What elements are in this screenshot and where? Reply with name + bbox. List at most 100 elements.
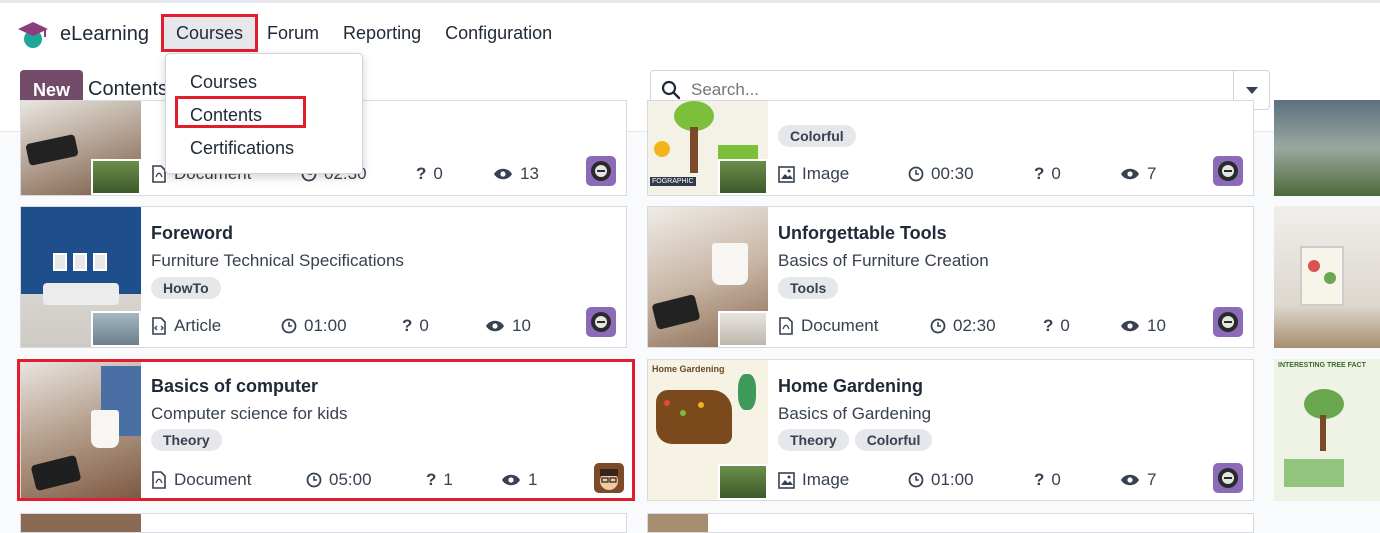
card-thumbnail: Home Gardening — [648, 360, 768, 500]
eye-icon — [1121, 168, 1139, 180]
clock-icon — [908, 166, 924, 182]
card-subtitle: Basics of Gardening — [778, 404, 932, 423]
card-subtitle: Computer science for kids — [151, 404, 348, 423]
author-avatar[interactable] — [594, 463, 624, 493]
card-questions: ? 0 — [1034, 470, 1061, 489]
tag-theory[interactable]: Theory — [778, 429, 849, 451]
card-questions: ? 0 — [402, 316, 429, 335]
content-card[interactable]: Basics of computer Computer science for … — [20, 359, 635, 501]
eye-icon — [1121, 320, 1139, 332]
author-avatar[interactable] — [1213, 307, 1243, 337]
card-thumbnail — [648, 207, 768, 347]
card-thumbnail — [21, 514, 141, 532]
card-thumbnail[interactable]: INTERESTING TREE FACT — [1274, 359, 1380, 501]
card-tags: Tools — [778, 277, 839, 299]
card-views: 13 — [493, 162, 539, 186]
card-questions: ? 1 — [426, 470, 453, 489]
card-views: 7 — [1120, 162, 1156, 186]
question-icon: ? — [416, 164, 427, 183]
card-duration: 00:30 — [908, 162, 974, 186]
card-tags: Theory — [151, 429, 222, 451]
content-card[interactable]: FOGRAPHIC Colorful Image 00:30 ? 0 7 — [647, 100, 1254, 196]
card-views: 10 — [485, 314, 531, 338]
clock-icon — [930, 318, 946, 334]
tag-colorful[interactable]: Colorful — [854, 429, 933, 451]
tag-colorful[interactable]: Colorful — [778, 125, 856, 147]
main-menu: Courses Forum Reporting Configuration — [160, 14, 564, 52]
author-avatar[interactable] — [586, 307, 616, 337]
menu-courses[interactable]: Courses — [160, 14, 259, 52]
question-icon: ? — [1034, 470, 1045, 489]
author-avatar[interactable] — [1213, 463, 1243, 493]
card-thumbnail — [21, 101, 141, 195]
author-avatar[interactable] — [586, 156, 616, 186]
card-subtitle: Furniture Technical Specifications — [151, 251, 404, 270]
card-views: 7 — [1120, 468, 1156, 492]
card-type: Document — [778, 314, 878, 338]
card-duration: 01:00 — [281, 314, 347, 338]
card-tags: Theory Colorful — [778, 429, 933, 451]
card-type: Image — [778, 468, 849, 492]
eye-icon — [1121, 474, 1139, 486]
content-card[interactable]: Foreword Furniture Technical Specificati… — [20, 206, 627, 348]
question-icon: ? — [1034, 164, 1045, 183]
tag-tools[interactable]: Tools — [778, 277, 839, 299]
card-tags: HowTo — [151, 277, 221, 299]
card-thumbnail — [21, 360, 141, 500]
menu-configuration[interactable]: Configuration — [433, 17, 564, 49]
card-subtitle: Basics of Furniture Creation — [778, 251, 989, 270]
card-questions: ? 0 — [1034, 164, 1061, 183]
question-icon: ? — [426, 470, 437, 489]
chevron-down-icon — [1245, 86, 1258, 94]
tag-theory[interactable]: Theory — [151, 429, 222, 451]
graduation-cap-icon — [18, 22, 48, 48]
menu-forum[interactable]: Forum — [255, 17, 331, 49]
card-thumbnail — [21, 207, 141, 347]
card-type: Image — [778, 162, 849, 186]
document-icon — [779, 317, 793, 335]
card-questions: ? 0 — [416, 164, 443, 183]
card-questions: ? 0 — [1043, 316, 1070, 335]
card-tags: Colorful — [778, 125, 856, 147]
menu-reporting[interactable]: Reporting — [331, 17, 433, 49]
card-thumbnail[interactable] — [1274, 206, 1380, 348]
card-type: Article — [151, 314, 221, 338]
contents-highlight — [175, 96, 306, 128]
app-brand[interactable]: eLearning — [16, 17, 149, 51]
card-views: 10 — [1120, 314, 1166, 338]
image-icon — [778, 471, 795, 489]
author-avatar[interactable] — [1213, 156, 1243, 186]
card-title[interactable]: Home Gardening — [778, 376, 923, 397]
content-card[interactable]: Home Gardening Home Gardening Basics of … — [647, 359, 1254, 501]
clock-icon — [306, 472, 322, 488]
card-duration: 05:00 — [306, 468, 372, 492]
image-icon — [778, 165, 795, 183]
card-duration: 01:00 — [908, 468, 974, 492]
dropdown-item-courses[interactable]: Courses — [166, 66, 362, 99]
tag-howto[interactable]: HowTo — [151, 277, 221, 299]
card-type: Document — [151, 468, 251, 492]
eye-icon — [486, 320, 504, 332]
card-duration: 02:30 — [930, 314, 996, 338]
content-card[interactable] — [647, 513, 1254, 533]
question-icon: ? — [1043, 316, 1054, 335]
clock-icon — [908, 472, 924, 488]
eye-icon — [502, 474, 520, 486]
card-title[interactable]: Foreword — [151, 223, 233, 244]
breadcrumb: Contents — [88, 78, 169, 100]
card-thumbnail[interactable] — [1274, 100, 1380, 196]
card-views: 1 — [501, 468, 537, 492]
content-card[interactable]: Unforgettable Tools Basics of Furniture … — [647, 206, 1254, 348]
card-title[interactable]: Unforgettable Tools — [778, 223, 947, 244]
article-icon — [152, 317, 166, 335]
app-name: eLearning — [60, 22, 149, 45]
card-title[interactable]: Basics of computer — [151, 376, 318, 397]
eye-icon — [494, 168, 512, 180]
clock-icon — [281, 318, 297, 334]
dropdown-item-certifications[interactable]: Certifications — [166, 132, 362, 165]
document-icon — [152, 471, 166, 489]
content-card[interactable] — [20, 513, 627, 533]
card-thumbnail: FOGRAPHIC — [648, 101, 768, 195]
card-thumbnail — [648, 514, 708, 532]
question-icon: ? — [402, 316, 413, 335]
